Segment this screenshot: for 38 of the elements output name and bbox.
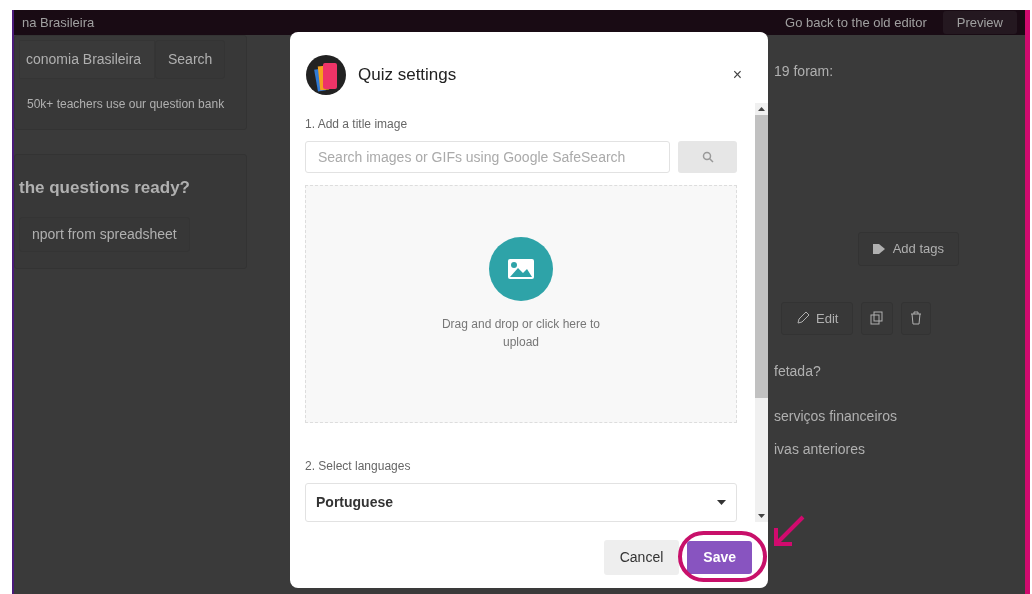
scrollbar-thumb[interactable] (755, 115, 768, 398)
language-select[interactable]: Portuguese (305, 483, 737, 522)
cancel-button[interactable]: Cancel (603, 540, 680, 575)
pointer-arrow (772, 514, 806, 548)
tag-icon (872, 242, 887, 255)
duplicate-button[interactable] (861, 301, 894, 335)
quiz-title: na Brasileira (22, 13, 95, 32)
logo-icon (306, 55, 346, 95)
close-button[interactable]: × (722, 67, 752, 83)
edit-button[interactable]: Edit (781, 301, 854, 335)
answer-text: serviços financeiros (774, 407, 898, 426)
scroll-down-icon[interactable] (758, 514, 765, 518)
trash-icon (910, 311, 923, 326)
copy-icon (870, 311, 885, 326)
caret-icon (717, 500, 726, 505)
bank-note: 50k+ teachers use our question bank (27, 96, 226, 113)
dropzone-text: Drag and drop or click here to upload (440, 316, 602, 351)
search-button[interactable]: Search (155, 40, 226, 79)
answer-text: ivas anteriores (774, 440, 867, 459)
question-fragment: fetada? (774, 362, 822, 381)
import-button[interactable]: nport from spreadsheet (19, 216, 190, 252)
delete-button[interactable] (901, 301, 932, 335)
scrollbar[interactable] (755, 103, 768, 522)
dialog-title: Quiz settings (358, 64, 457, 87)
image-search-field[interactable]: Search images or GIFs using Google SafeSearch (305, 141, 670, 173)
upload-dropzone[interactable]: Drag and drop or click here to upload (305, 185, 737, 423)
add-tags-button[interactable]: Add tags (857, 232, 959, 266)
old-editor-link[interactable]: Go back to the old editor (785, 12, 927, 33)
scroll-up-icon[interactable] (758, 107, 765, 111)
search-icon (701, 151, 714, 163)
language-label: 2. Select languages (305, 458, 412, 475)
pencil-icon (796, 311, 810, 326)
import-heading: the questions ready? (19, 177, 191, 199)
image-icon (489, 237, 553, 301)
question-text: 19 foram: (774, 62, 835, 81)
save-button[interactable]: Save (687, 541, 752, 574)
preview-button[interactable]: Preview (942, 10, 1017, 35)
image-label: 1. Add a title image (305, 116, 409, 133)
